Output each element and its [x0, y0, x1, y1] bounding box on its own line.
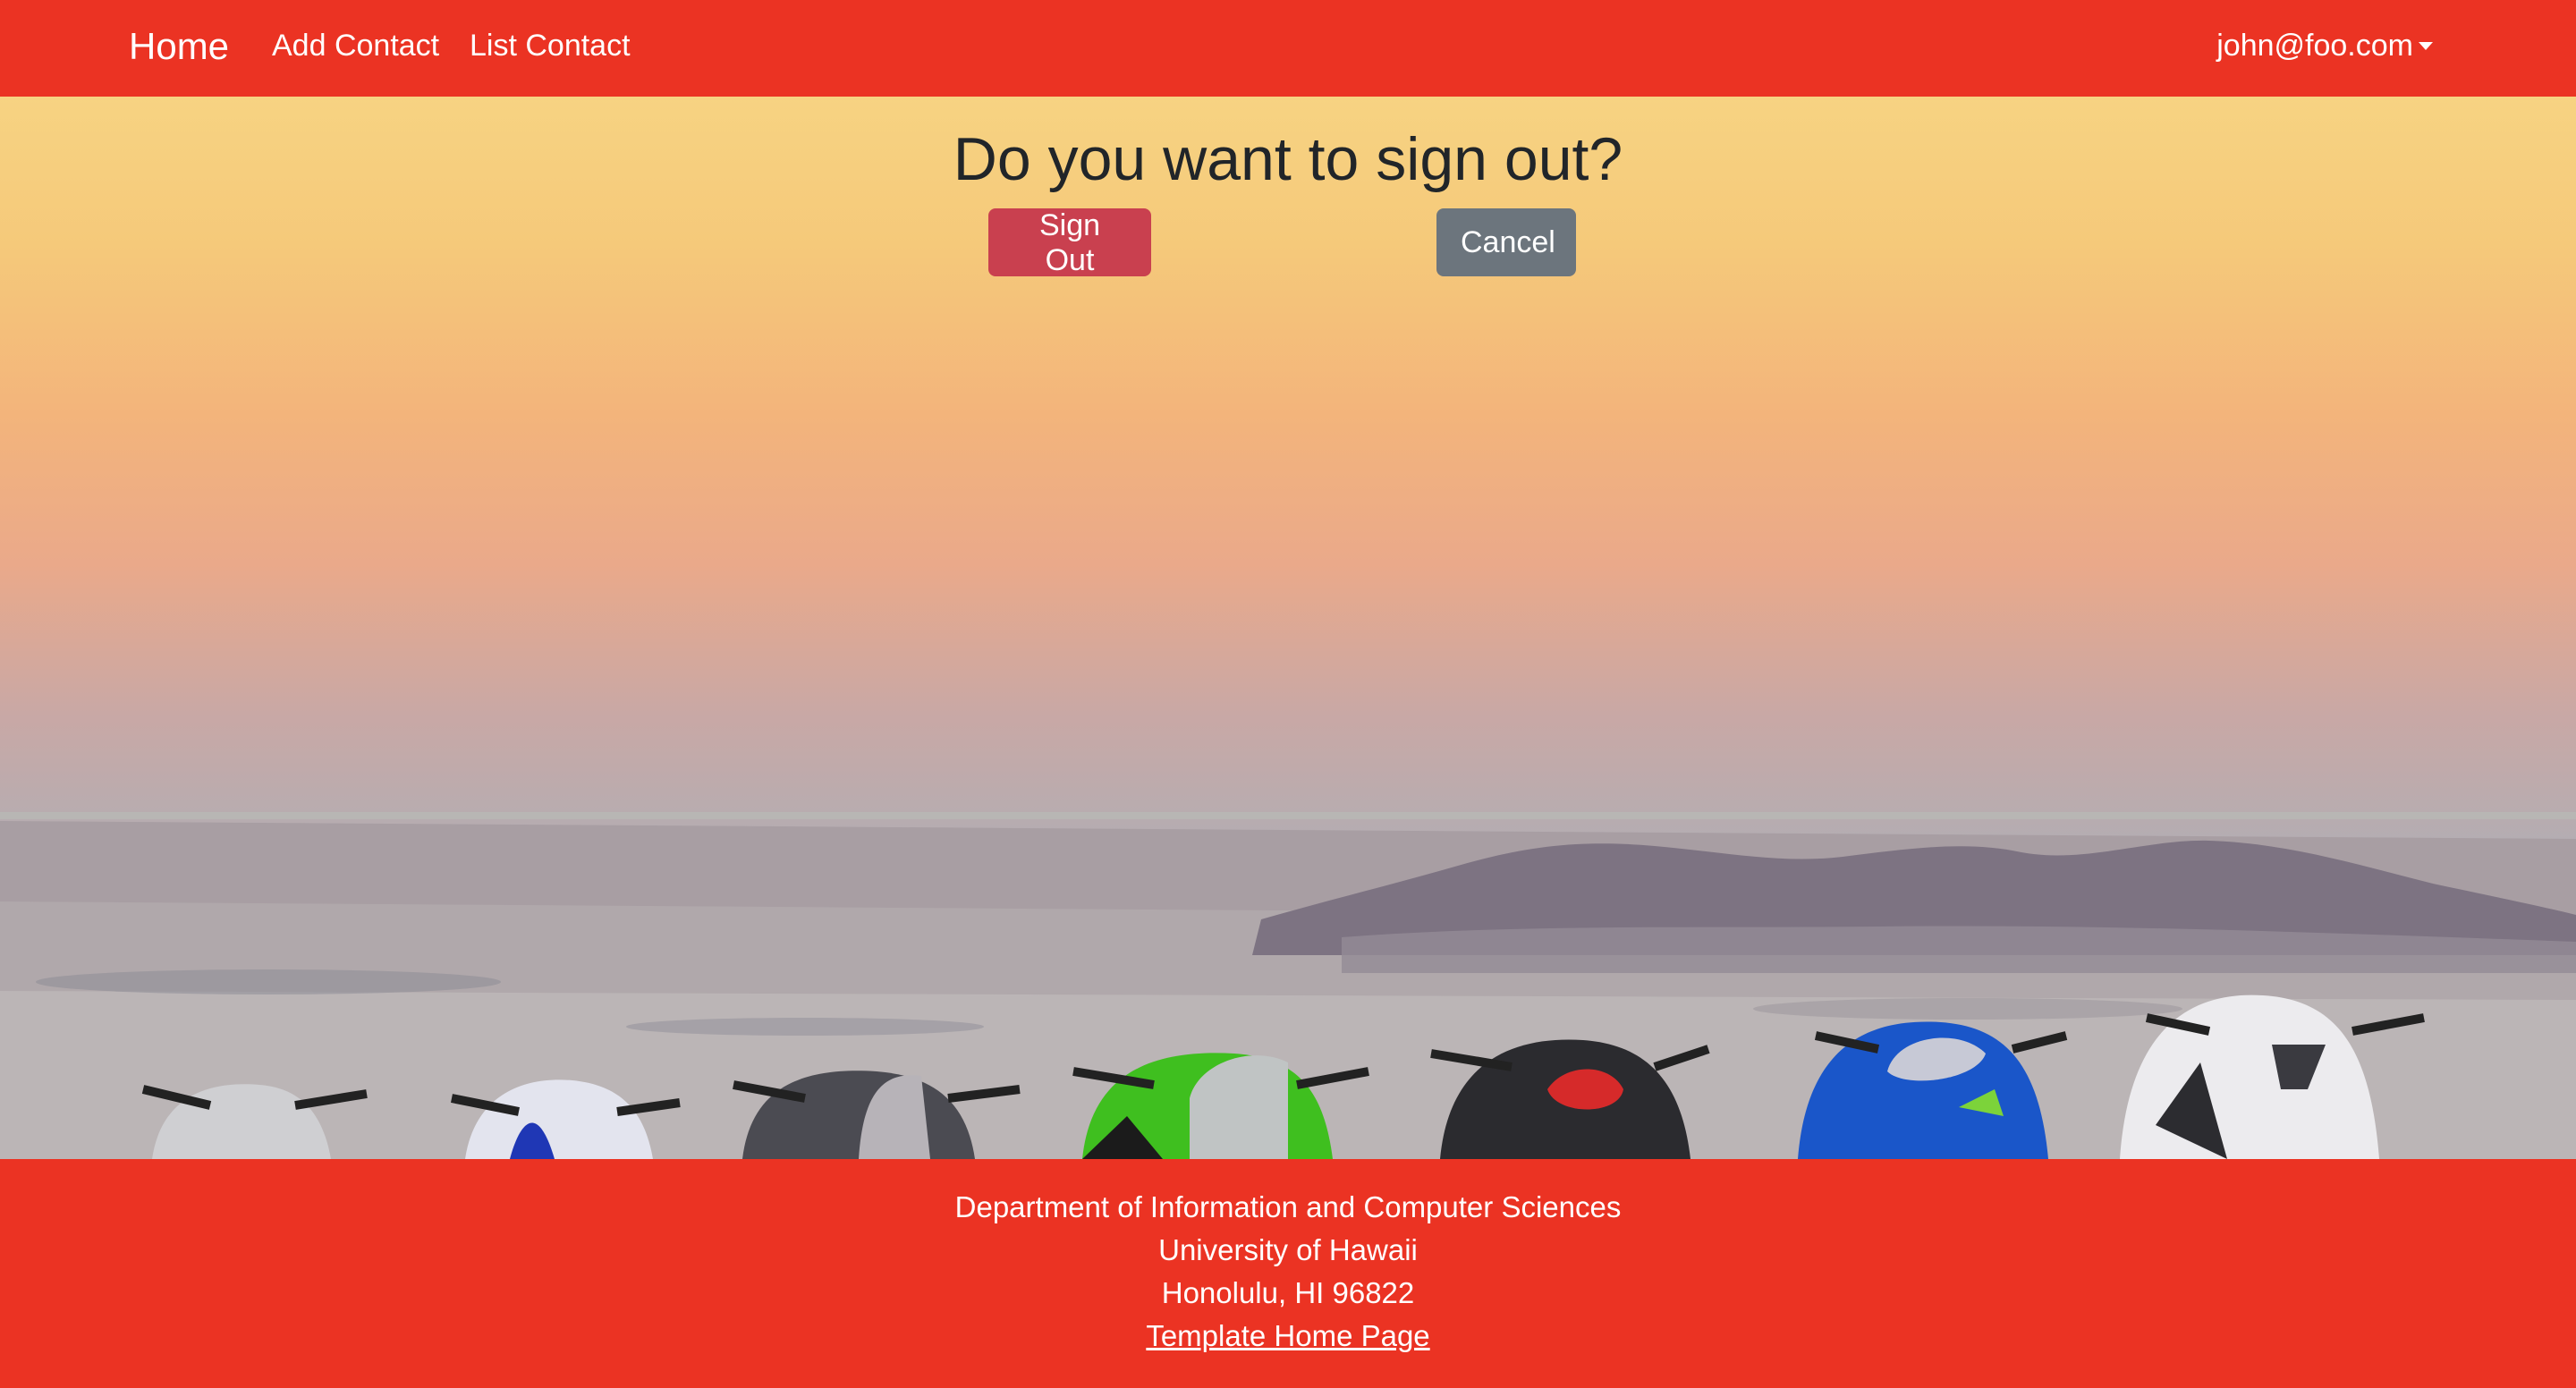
- navbar: Home Add Contact List Contact john@foo.c…: [0, 0, 2576, 97]
- nav-list-contact[interactable]: List Contact: [470, 27, 631, 64]
- user-dropdown[interactable]: john@foo.com: [2216, 27, 2433, 64]
- signout-hero: Do you want to sign out? Sign Out Cancel: [0, 97, 2576, 1159]
- caret-down-icon: [2419, 41, 2433, 50]
- template-home-link[interactable]: Template Home Page: [1146, 1319, 1429, 1352]
- user-email: john@foo.com: [2216, 29, 2413, 63]
- footer-link-row: Template Home Page: [0, 1315, 2576, 1358]
- page-title: Do you want to sign out?: [953, 125, 1623, 193]
- home-link[interactable]: Home: [129, 24, 229, 69]
- footer-address: Honolulu, HI 96822: [1161, 1276, 1415, 1309]
- cancel-button[interactable]: Cancel: [1436, 208, 1576, 276]
- footer-university: University of Hawaii: [1158, 1233, 1418, 1266]
- footer-department: Department of Information and Computer S…: [954, 1190, 1622, 1223]
- footer: Department of Information and Computer S…: [0, 1159, 2576, 1388]
- nav-add-contact[interactable]: Add Contact: [272, 27, 439, 64]
- sign-out-button[interactable]: Sign Out: [988, 208, 1151, 277]
- background-landscape: [0, 812, 2576, 1159]
